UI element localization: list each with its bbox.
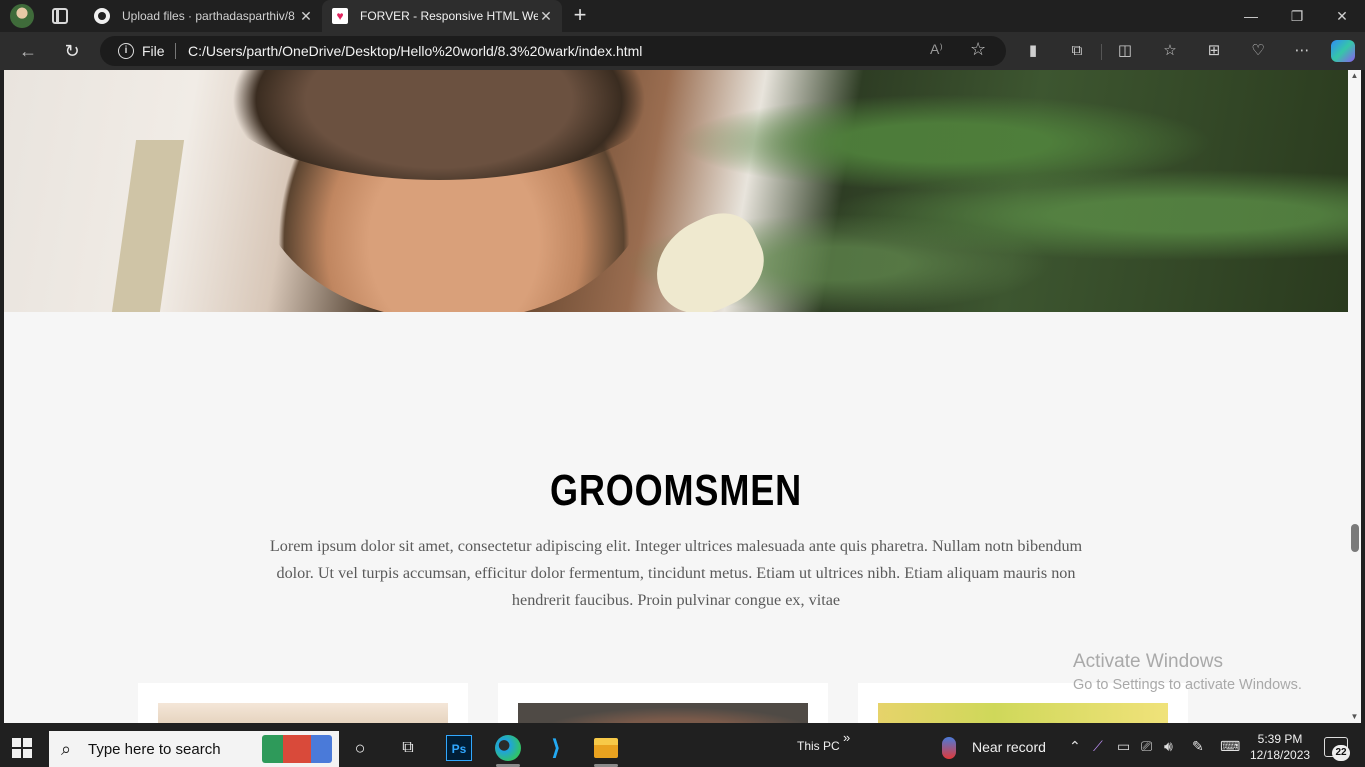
network-icon[interactable]: ⎚ [1141, 738, 1152, 755]
info-icon[interactable]: i [118, 43, 134, 59]
task-view-icon[interactable]: ⧉ [395, 735, 421, 761]
favorites-icon[interactable]: ☆ [1158, 39, 1182, 63]
hero-groom-image [4, 70, 1348, 312]
keyboard-icon[interactable]: ⌨ [1220, 738, 1240, 755]
taskbar: ⌕ Type here to search ○ ⧉ Ps ⟩ This PC »… [0, 727, 1365, 767]
tab-github-upload[interactable]: Upload files · parthadasparthiv/8 ✕ [84, 0, 322, 32]
pen-menu-icon[interactable]: ✎ [1192, 738, 1204, 755]
tab-strip: Upload files · parthadasparthiv/8 ✕ ♥ FO… [0, 0, 1365, 32]
tab-title: FORVER - Responsive HTML Wed [360, 9, 538, 23]
close-tab-icon[interactable]: ✕ [298, 8, 314, 25]
tab-forver[interactable]: ♥ FORVER - Responsive HTML Wed ✕ [322, 0, 562, 32]
weather-thermometer-icon[interactable] [942, 737, 956, 759]
toolbar-chevron-icon[interactable]: » [843, 730, 850, 745]
refresh-button[interactable]: ↻ [60, 39, 84, 63]
start-button[interactable] [12, 738, 32, 758]
boutonniere-shape [640, 200, 778, 312]
clock-date: 12/18/2023 [1250, 748, 1311, 762]
photoshop-icon[interactable]: Ps [446, 735, 472, 761]
search-icon: ⌕ [61, 739, 72, 759]
close-window-button[interactable]: ✕ [1319, 0, 1365, 32]
new-tab-button[interactable]: + [568, 4, 592, 28]
more-menu-icon[interactable]: ⋯ [1290, 39, 1314, 63]
collections-icon[interactable]: ⊞ [1202, 39, 1226, 63]
scroll-down-arrow-icon[interactable]: ▼ [1348, 711, 1361, 723]
browser-essentials-icon[interactable]: ♡ [1246, 39, 1270, 63]
read-aloud-icon[interactable]: A⁾ [930, 41, 943, 58]
edge-icon[interactable] [495, 735, 521, 761]
battery-icon[interactable]: ▭ [1117, 738, 1130, 755]
search-highlight-gifts-icon[interactable] [262, 735, 332, 763]
address-bar[interactable]: i File C:/Users/parth/OneDrive/Desktop/H… [100, 36, 1006, 66]
page-viewport: GROOMSMEN Lorem ipsum dolor sit amet, co… [4, 70, 1348, 723]
close-tab-icon[interactable]: ✕ [538, 8, 554, 25]
activate-windows-subtitle: Go to Settings to activate Windows. [1073, 677, 1302, 693]
taskbar-search[interactable]: ⌕ Type here to search [49, 731, 339, 767]
scheme-label: File [142, 43, 165, 59]
search-placeholder: Type here to search [88, 741, 221, 758]
vscode-icon[interactable]: ⟩ [543, 735, 569, 761]
section-lead: Lorem ipsum dolor sit amet, consectetur … [269, 537, 1083, 609]
favorite-star-icon[interactable]: ☆ [970, 39, 986, 60]
file-explorer-icon[interactable] [594, 738, 618, 758]
notification-count-badge: 22 [1332, 745, 1350, 761]
groomsman-card[interactable] [138, 683, 468, 723]
tab-actions-icon[interactable] [52, 8, 68, 24]
pen-app-icon[interactable]: ⟋ [1093, 738, 1103, 755]
heart-icon: ♥ [332, 8, 348, 24]
github-icon [94, 8, 110, 24]
show-hidden-icons-icon[interactable]: ⌃ [1069, 738, 1081, 755]
url-text[interactable]: C:/Users/parth/OneDrive/Desktop/Hello%20… [188, 43, 642, 59]
clock-time: 5:39 PM [1257, 732, 1303, 746]
activate-windows-title: Activate Windows [1073, 651, 1223, 672]
scroll-thumb[interactable] [1351, 524, 1359, 552]
toolbar-divider [1101, 44, 1102, 60]
weather-text[interactable]: Near record [972, 739, 1046, 755]
back-button[interactable]: ← [16, 39, 40, 63]
reading-icon[interactable]: ▮ [1021, 39, 1045, 63]
volume-icon[interactable]: 🔊︎ [1164, 738, 1173, 755]
this-pc-toolbar[interactable]: This PC [797, 739, 840, 753]
scroll-up-arrow-icon[interactable]: ▲ [1348, 70, 1361, 82]
extensions-icon[interactable]: ⧉ [1065, 39, 1089, 63]
vertical-scrollbar[interactable]: ▲ ▼ [1348, 70, 1361, 723]
groomsman-photo [158, 703, 448, 723]
profile-avatar[interactable] [10, 4, 34, 28]
groomsman-photo [878, 703, 1168, 723]
address-divider [175, 43, 176, 59]
minimize-button[interactable]: — [1228, 0, 1274, 32]
copilot-icon[interactable] [1331, 40, 1355, 62]
tab-title: Upload files · parthadasparthiv/8 [122, 9, 295, 23]
cortana-icon[interactable]: ○ [347, 735, 373, 761]
groomsman-card[interactable] [498, 683, 828, 723]
restore-button[interactable]: ❐ [1274, 0, 1320, 32]
navigation-bar: ← ↻ i File C:/Users/parth/OneDrive/Deskt… [0, 32, 1365, 70]
section-title: GROOMSMEN [550, 466, 802, 515]
split-screen-icon[interactable]: ◫ [1113, 39, 1137, 63]
groomsman-photo [518, 703, 808, 723]
suspender-shape [111, 140, 185, 312]
clock[interactable]: 5:39 PM 12/18/2023 [1250, 731, 1310, 763]
